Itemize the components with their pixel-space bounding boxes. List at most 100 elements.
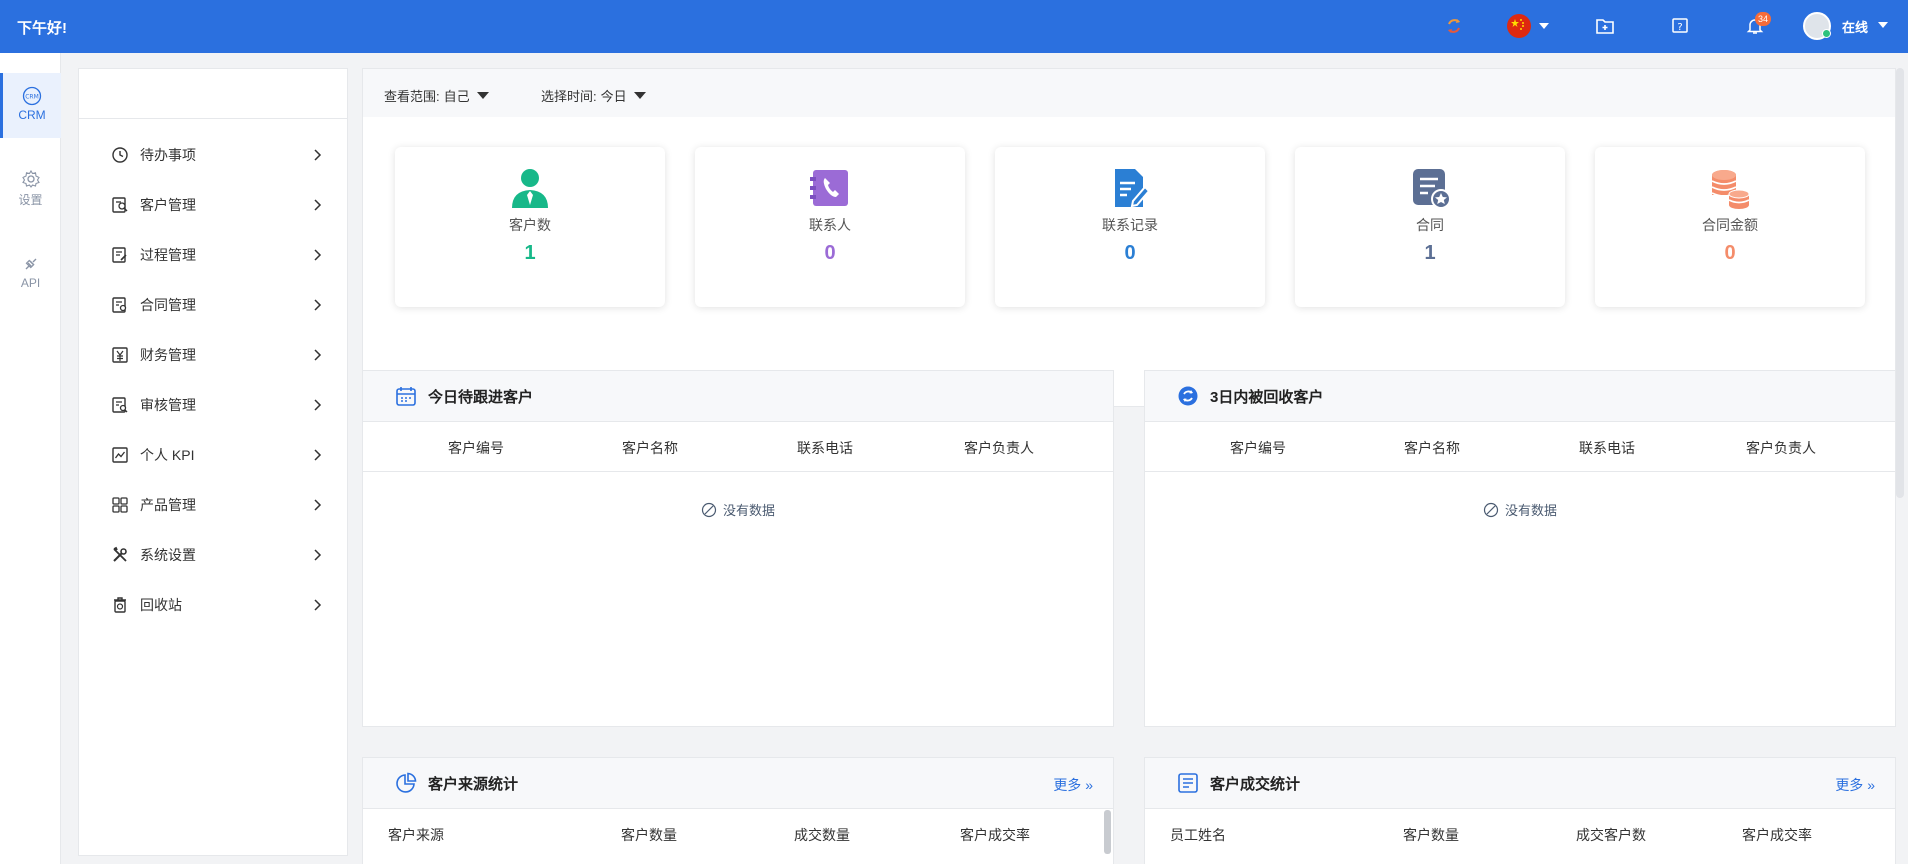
- scope-filter[interactable]: 查看范围: 自己: [384, 86, 489, 105]
- switch-icon[interactable]: [1441, 13, 1467, 39]
- column-header[interactable]: 客户负责人: [1746, 438, 1816, 458]
- main-content: 查看范围: 自己 选择时间: 今日 客户数 1 联系人 0 联系记录 0 合同: [362, 68, 1896, 864]
- chevron-right-icon: [314, 499, 322, 511]
- more-link[interactable]: 更多 »: [1835, 775, 1875, 795]
- sidebar-item-label: 过程管理: [140, 247, 196, 263]
- scope-value[interactable]: 自己: [444, 86, 470, 105]
- more-link[interactable]: 更多 »: [1053, 775, 1093, 795]
- column-header[interactable]: 成交客户数: [1576, 825, 1646, 845]
- rail-item-api[interactable]: API: [0, 254, 61, 290]
- followup-panel: 今日待跟进客户 客户编号 客户名称 联系电话 客户负责人 没有数据: [362, 370, 1114, 727]
- column-header[interactable]: 客户数量: [1403, 825, 1459, 845]
- table-header: 客户来源 客户数量 成交数量 客户成交率: [363, 809, 1113, 859]
- sidebar-item-kpi[interactable]: 个人 KPI: [79, 430, 347, 480]
- time-filter[interactable]: 选择时间: 今日: [541, 86, 646, 105]
- tools-icon: [111, 546, 129, 564]
- column-header[interactable]: 客户名称: [1404, 438, 1460, 458]
- sidebar-item-label: 审核管理: [140, 397, 196, 413]
- stat-card-contracts[interactable]: 合同 1: [1295, 147, 1565, 307]
- column-header[interactable]: 客户编号: [1230, 438, 1286, 458]
- stat-card-customers[interactable]: 客户数 1: [395, 147, 665, 307]
- column-header[interactable]: 客户负责人: [964, 438, 1034, 458]
- sidebar-item-finance[interactable]: 财务管理: [79, 330, 347, 380]
- sidebar-item-label: 系统设置: [140, 547, 196, 563]
- table-header: 客户编号 客户名称 联系电话 客户负责人: [1145, 422, 1895, 472]
- empty-text: 没有数据: [722, 503, 775, 518]
- caret-down-icon[interactable]: [633, 92, 646, 99]
- coins-icon: [1711, 170, 1750, 209]
- deal-stats-panel: 客户成交统计 更多 » 员工姓名 客户数量 成交客户数 客户成交率: [1144, 757, 1896, 864]
- column-header[interactable]: 联系电话: [1579, 438, 1635, 458]
- sidebar-item-audit[interactable]: 审核管理: [79, 380, 347, 430]
- help-icon[interactable]: ?: [1667, 13, 1693, 39]
- scope-label: 查看范围:: [384, 89, 440, 104]
- column-header[interactable]: 成交数量: [794, 825, 850, 845]
- table-header: 客户编号 客户名称 联系电话 客户负责人: [363, 422, 1113, 472]
- audit-icon: [111, 396, 129, 414]
- sidebar-item-contracts[interactable]: 合同管理: [79, 280, 347, 330]
- column-header[interactable]: 联系电话: [797, 438, 853, 458]
- double-chevron-right-icon: »: [1085, 777, 1093, 793]
- panel-title: 3日内被回收客户: [1210, 388, 1324, 406]
- pie-chart-icon: [394, 771, 418, 795]
- chevron-right-icon: [314, 149, 322, 161]
- stat-label: 合同: [1416, 217, 1444, 233]
- sidebar-item-recycle-bin[interactable]: 回收站: [79, 580, 347, 630]
- user-status[interactable]: 在线: [1842, 17, 1868, 36]
- list-doc-icon: [1176, 771, 1200, 795]
- empty-state: 没有数据: [1145, 500, 1895, 519]
- kpi-icon: [111, 446, 129, 464]
- page-scrollbar[interactable]: [1896, 68, 1904, 498]
- column-header[interactable]: 客户来源: [388, 825, 444, 845]
- stat-value: 0: [1724, 242, 1736, 264]
- stat-card-contacts[interactable]: 联系人 0: [695, 147, 965, 307]
- column-header[interactable]: 客户成交率: [960, 825, 1030, 845]
- panel-header: 客户来源统计 更多 »: [363, 758, 1113, 809]
- rail-item-settings[interactable]: 设置: [0, 169, 61, 208]
- edit-doc-icon: [1115, 169, 1151, 208]
- stat-value: 0: [824, 242, 836, 264]
- stat-card-contact-records[interactable]: 联系记录 0: [995, 147, 1265, 307]
- sidebar-item-label: 客户管理: [140, 197, 196, 213]
- chevron-right-icon: [314, 399, 322, 411]
- customer-icon: [111, 196, 129, 214]
- product-icon: [111, 496, 129, 514]
- stat-label: 联系人: [809, 217, 851, 233]
- sidebar-item-label: 待办事项: [140, 147, 196, 163]
- column-header[interactable]: 客户编号: [448, 438, 504, 458]
- panel-scrollbar[interactable]: [1104, 810, 1111, 854]
- more-label: 更多: [1053, 777, 1082, 793]
- panel-header: 今日待跟进客户: [363, 371, 1113, 422]
- china-flag-icon[interactable]: [1506, 13, 1532, 39]
- column-header[interactable]: 客户成交率: [1742, 825, 1812, 845]
- sidebar-menu: 待办事项 客户管理 过程管理 合同管理 财务管理 审核管理 个人 KPI 产品管…: [78, 68, 348, 856]
- calendar-icon: [394, 384, 418, 408]
- column-header[interactable]: 员工姓名: [1170, 825, 1226, 845]
- sidebar-item-system-settings[interactable]: 系统设置: [79, 530, 347, 580]
- chevron-right-icon: [314, 299, 322, 311]
- rail-item-crm[interactable]: CRM CRM: [0, 73, 61, 138]
- time-label: 选择时间:: [541, 89, 597, 104]
- customer-person-icon: [512, 169, 548, 208]
- sidebar-item-todo[interactable]: 待办事项: [79, 130, 347, 180]
- language-dropdown-icon[interactable]: [1539, 23, 1549, 29]
- column-header[interactable]: 客户名称: [622, 438, 678, 458]
- column-header[interactable]: 客户数量: [621, 825, 677, 845]
- time-value[interactable]: 今日: [601, 86, 627, 105]
- online-status-dot: [1822, 29, 1831, 38]
- panel-title: 客户成交统计: [1210, 775, 1301, 793]
- stat-card-contract-amount[interactable]: 合同金额 0: [1595, 147, 1865, 307]
- filter-bar: 查看范围: 自己 选择时间: 今日: [362, 68, 1896, 118]
- add-folder-icon[interactable]: [1592, 13, 1618, 39]
- greeting: 下午好!: [17, 20, 67, 37]
- user-dropdown-icon[interactable]: [1878, 22, 1888, 28]
- sidebar-item-process[interactable]: 过程管理: [79, 230, 347, 280]
- stat-value: 1: [1424, 242, 1436, 264]
- sidebar-item-customers[interactable]: 客户管理: [79, 180, 347, 230]
- crm-icon: CRM: [22, 86, 42, 106]
- no-data-icon: [1483, 502, 1499, 517]
- sidebar-item-products[interactable]: 产品管理: [79, 480, 347, 530]
- panel-title: 今日待跟进客户: [428, 388, 534, 406]
- chevron-right-icon: [314, 449, 322, 461]
- caret-down-icon[interactable]: [476, 92, 489, 99]
